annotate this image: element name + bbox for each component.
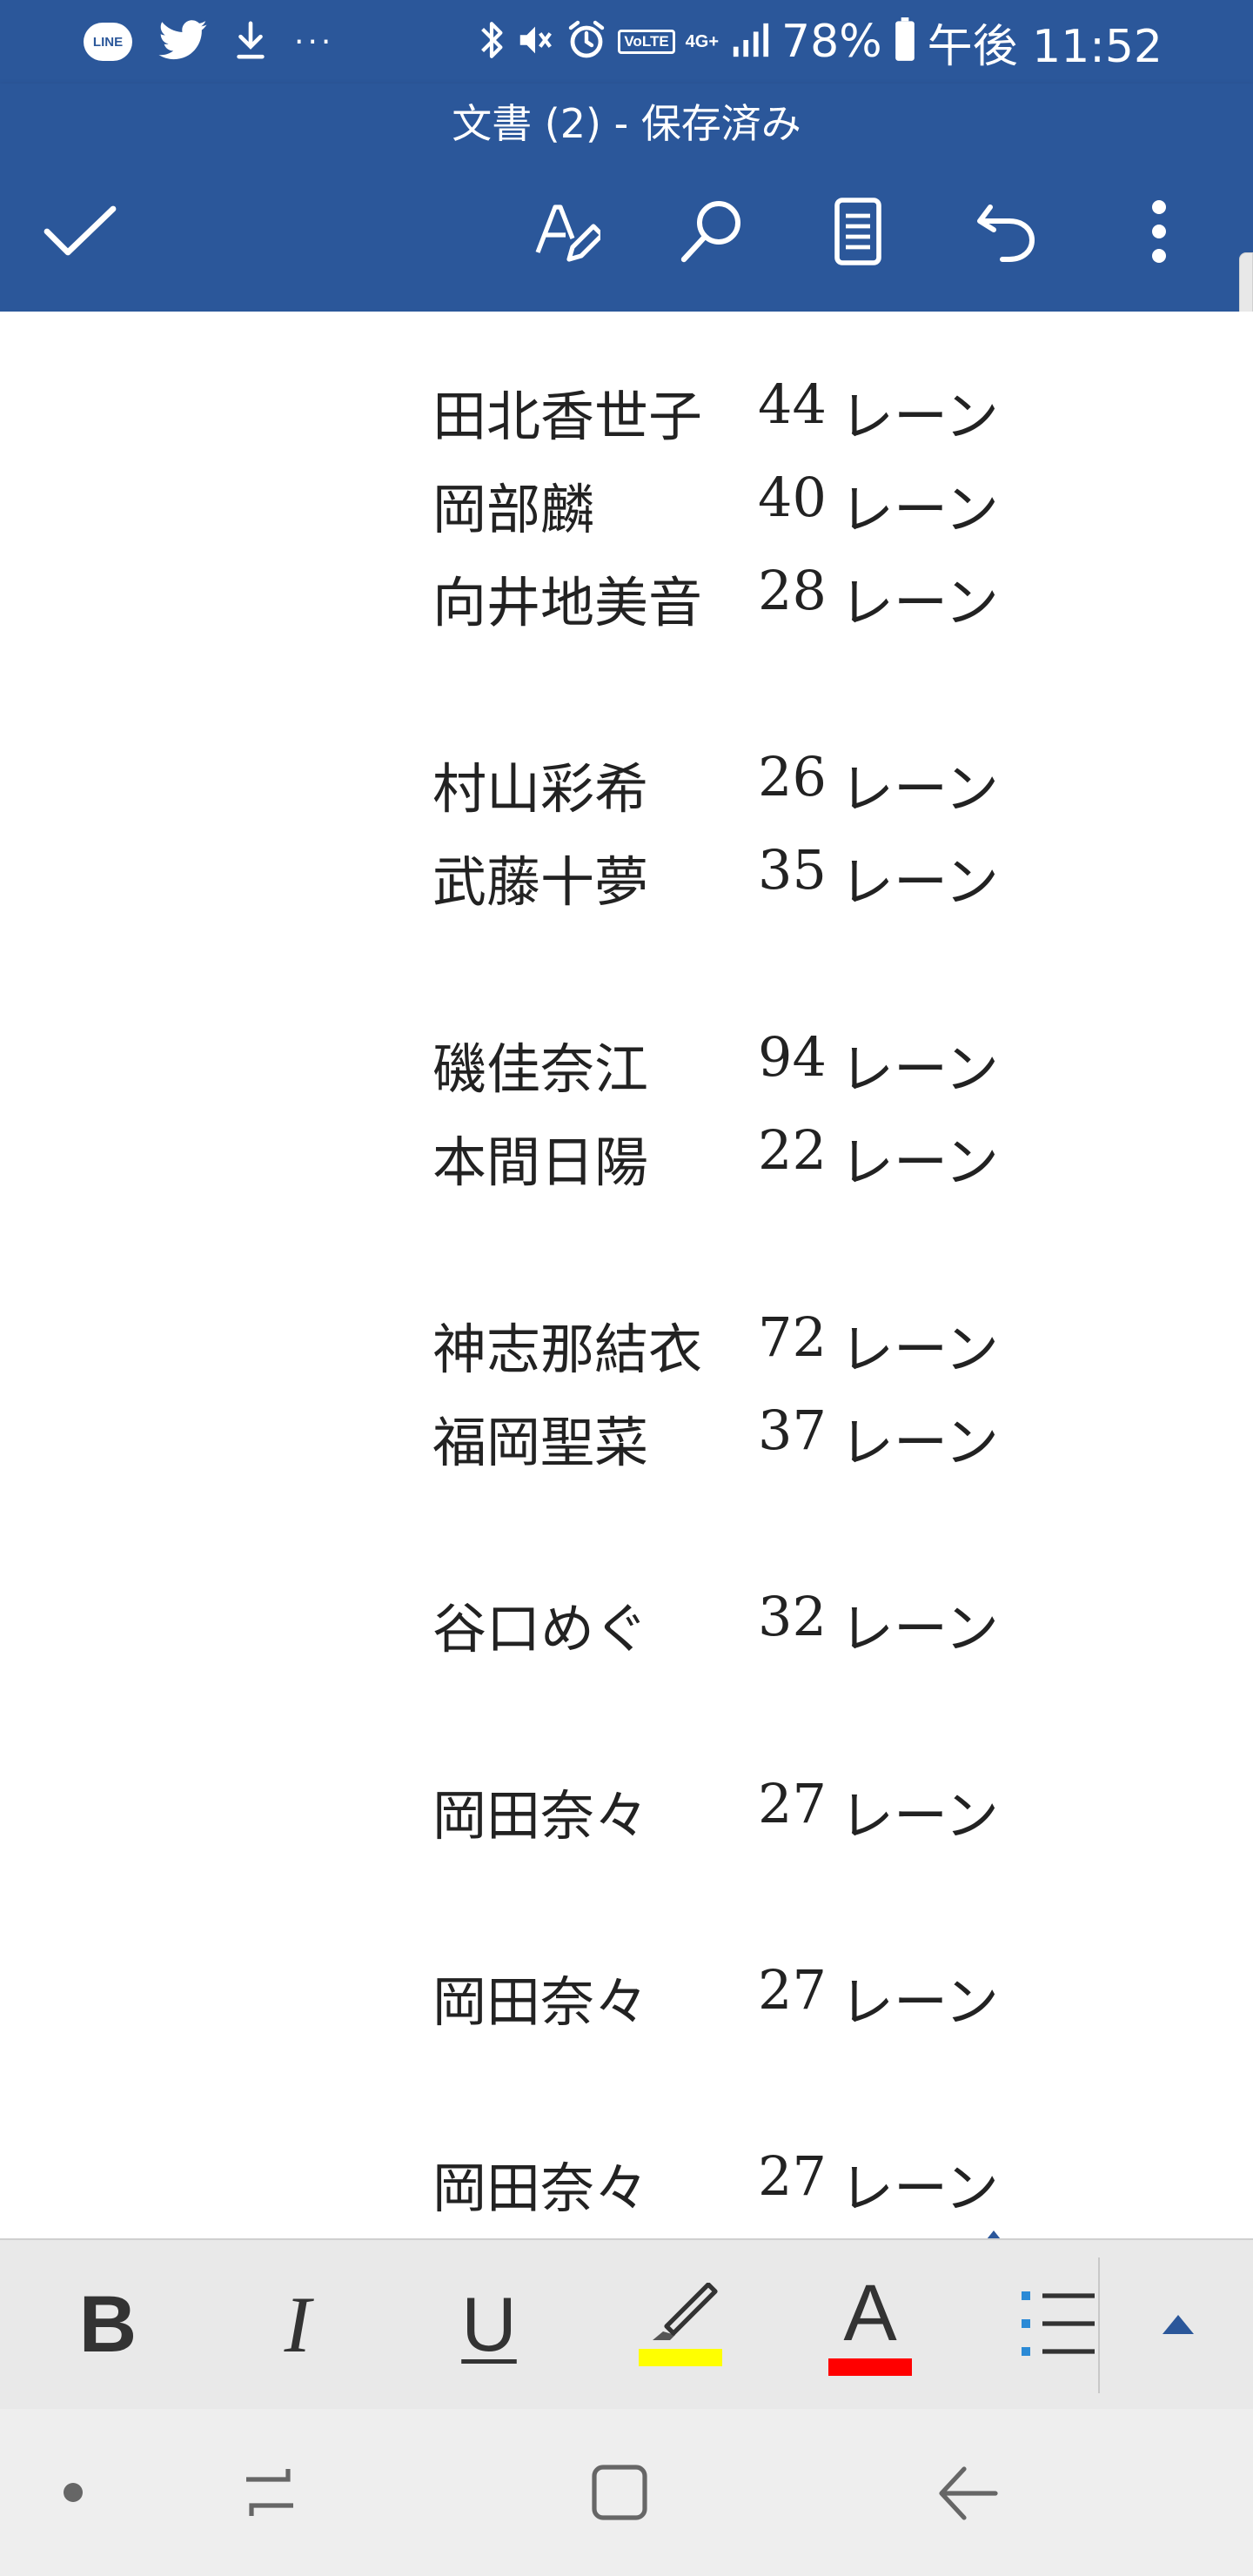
entry-unit: レーン — [840, 2157, 999, 2220]
entry-value: 72 — [758, 1305, 827, 1369]
entry-name: 神志那結衣 — [432, 1318, 703, 1381]
highlight-color-swatch — [639, 2349, 722, 2366]
entry-unit: レーン — [840, 385, 999, 448]
document-body[interactable]: 田北香世子 44 レーン 岡部麟 40 レーン 向井地美音 28 レーン 村山彩… — [0, 312, 1253, 2238]
entry-value: 27 — [758, 1772, 827, 1835]
dot-icon — [64, 2483, 83, 2502]
more-options-button[interactable] — [1107, 179, 1211, 284]
entry-name: 本間日陽 — [432, 1130, 649, 1194]
italic-button[interactable]: I — [237, 2240, 358, 2409]
entry-unit: レーン — [840, 1784, 999, 1848]
entry-name: 岡田奈々 — [432, 2157, 649, 2220]
entry-name: 武藤十夢 — [432, 850, 649, 914]
font-color-button[interactable]: A — [809, 2240, 931, 2409]
entry-name: 谷口めぐ — [432, 1597, 649, 1660]
app-toolbar: 文書 (2) - 保存済み — [0, 84, 1253, 312]
bulleted-list-icon — [1022, 2291, 1095, 2356]
system-navigation-bar — [0, 2409, 1253, 2576]
entry-unit: レーン — [840, 571, 999, 634]
entry-unit: レーン — [840, 478, 999, 541]
entry-name: 向井地美音 — [432, 571, 703, 634]
network-type-indicator: 4G+ — [685, 32, 720, 51]
bluetooth-icon — [479, 18, 505, 65]
home-square-icon — [592, 2465, 647, 2520]
entry-name: 磯佳奈江 — [432, 1037, 649, 1101]
font-format-button[interactable] — [513, 179, 618, 284]
text-format-pen-icon — [535, 205, 600, 262]
caret-up-icon — [1163, 2315, 1194, 2334]
recent-apps-icon — [246, 2469, 293, 2516]
entry-value: 27 — [758, 1958, 827, 2022]
mobile-view-icon — [834, 198, 881, 265]
highlighter-icon — [653, 2283, 718, 2340]
font-color-swatch — [828, 2358, 912, 2376]
entry-name: 岡部麟 — [432, 478, 595, 541]
search-button[interactable] — [660, 179, 764, 284]
entry-unit: レーン — [840, 1318, 999, 1381]
bold-button[interactable]: B — [47, 2240, 169, 2409]
entry-value: 27 — [758, 2144, 827, 2208]
line-app-icon: LINE — [84, 23, 132, 61]
expand-ribbon-button[interactable] — [1117, 2240, 1239, 2409]
entry-unit: レーン — [840, 1597, 999, 1660]
entry-value: 35 — [758, 838, 827, 902]
text-cursor-handle[interactable] — [987, 2231, 1001, 2238]
twitter-icon — [158, 20, 207, 64]
status-bar: LINE ··· VoLTE 4G+ 78% 午後 11:52 — [0, 0, 1253, 84]
done-button[interactable] — [28, 179, 132, 284]
entry-unit: レーン — [840, 1130, 999, 1194]
entry-unit: レーン — [840, 757, 999, 821]
document-title: 文書 (2) - 保存済み — [452, 100, 801, 147]
entry-value: 28 — [758, 559, 827, 622]
entry-unit: レーン — [840, 1970, 999, 2034]
underline-button[interactable]: U — [428, 2240, 550, 2409]
entry-value: 44 — [758, 372, 827, 436]
entry-unit: レーン — [840, 850, 999, 914]
entry-value: 40 — [758, 466, 827, 529]
format-toolbar: B I U A — [0, 2238, 1253, 2411]
search-icon — [680, 201, 740, 263]
battery-icon — [893, 17, 917, 66]
navbar-hide-toggle[interactable] — [21, 2440, 125, 2545]
entry-name: 岡田奈々 — [432, 1970, 649, 2034]
entry-value: 32 — [758, 1585, 827, 1648]
battery-percentage: 78% — [781, 16, 882, 68]
recent-apps-button[interactable] — [218, 2440, 322, 2545]
highlight-button[interactable] — [620, 2240, 741, 2409]
entry-name: 村山彩希 — [432, 757, 649, 821]
signal-icon — [729, 20, 771, 64]
home-button[interactable] — [567, 2440, 672, 2545]
entry-name: 田北香世子 — [432, 385, 703, 448]
font-color-label: A — [843, 2269, 897, 2358]
entry-value: 22 — [758, 1118, 827, 1182]
back-arrow-icon — [939, 2466, 998, 2520]
undo-icon — [977, 205, 1035, 262]
clock-time: 午後 11:52 — [927, 20, 1163, 73]
entry-name: 岡田奈々 — [432, 1784, 649, 1848]
entry-name: 福岡聖菜 — [432, 1411, 649, 1474]
back-button[interactable] — [915, 2440, 1020, 2545]
italic-label: I — [284, 2280, 312, 2369]
bullet-list-button[interactable] — [999, 2240, 1121, 2409]
checkmark-icon — [44, 205, 117, 256]
entry-unit: レーン — [840, 1411, 999, 1474]
more-vertical-icon — [1152, 200, 1166, 263]
entry-unit: レーン — [840, 1037, 999, 1101]
read-mode-button[interactable] — [806, 179, 910, 284]
entry-value: 37 — [758, 1399, 827, 1462]
mute-icon — [515, 20, 555, 64]
undo-button[interactable] — [955, 179, 1060, 284]
entry-value: 94 — [758, 1025, 827, 1089]
volte-indicator: VoLTE — [618, 30, 675, 54]
entry-value: 26 — [758, 745, 827, 808]
toolbar-divider — [1098, 2257, 1100, 2393]
download-icon — [233, 20, 268, 64]
bold-label: B — [78, 2280, 137, 2369]
underline-label: U — [461, 2281, 517, 2367]
more-notifications-indicator: ··· — [294, 23, 335, 60]
alarm-icon — [566, 19, 607, 64]
